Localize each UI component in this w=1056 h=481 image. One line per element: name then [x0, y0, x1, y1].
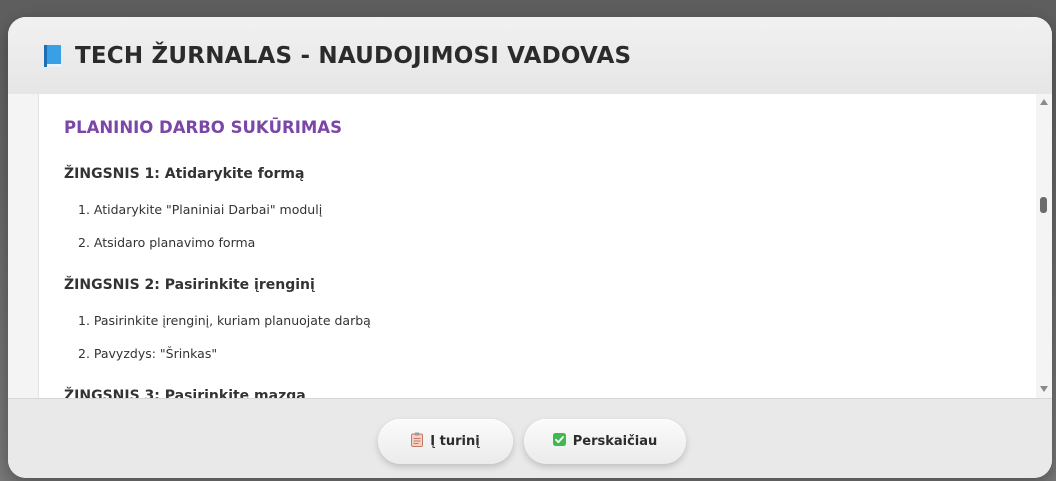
user-guide-dialog: TECH ŽURNALAS - NAUDOJIMOSI VADOVAS PLAN…: [8, 17, 1052, 478]
dialog-title: TECH ŽURNALAS - NAUDOJIMOSI VADOVAS: [75, 42, 632, 69]
check-icon: [552, 433, 566, 450]
mark-read-label: Perskaičiau: [572, 434, 658, 449]
to-contents-label: Į turinį: [430, 434, 480, 449]
guide-content: PLANINIO DARBO SUKŪRIMAS ŽINGSNIS 1: Ati…: [38, 94, 1036, 398]
scroll-down-arrow-icon[interactable]: [1040, 386, 1048, 392]
list-item: 2. Pavyzdys: "Šrinkas": [78, 346, 218, 361]
clipboard-icon: [411, 432, 424, 451]
vertical-scrollbar[interactable]: [1036, 94, 1052, 398]
to-contents-button[interactable]: Į turinį: [378, 419, 513, 464]
dialog-header: TECH ŽURNALAS - NAUDOJIMOSI VADOVAS: [8, 17, 1052, 94]
list-item: 1. Pasirinkite įrenginį, kuriam planuoja…: [78, 313, 371, 328]
list-item: 2. Atsidaro planavimo forma: [78, 235, 256, 250]
section-title: PLANINIO DARBO SUKŪRIMAS: [64, 118, 342, 137]
step-heading: ŽINGSNIS 3: Pasirinkite mazgą: [64, 388, 306, 398]
list-item: 1. Atidarykite "Planiniai Darbai" modulį: [78, 202, 323, 217]
scroll-up-arrow-icon[interactable]: [1040, 99, 1048, 105]
mark-read-button[interactable]: Perskaičiau: [524, 419, 686, 464]
scroll-thumb[interactable]: [1040, 197, 1047, 213]
book-icon: [44, 44, 63, 68]
content-frame: PLANINIO DARBO SUKŪRIMAS ŽINGSNIS 1: Ati…: [8, 94, 1052, 398]
step-heading: ŽINGSNIS 2: Pasirinkite įrenginį: [64, 277, 315, 293]
dialog-footer: Į turinį Perskaičiau: [8, 398, 1052, 478]
step-heading: ŽINGSNIS 1: Atidarykite formą: [64, 166, 305, 182]
